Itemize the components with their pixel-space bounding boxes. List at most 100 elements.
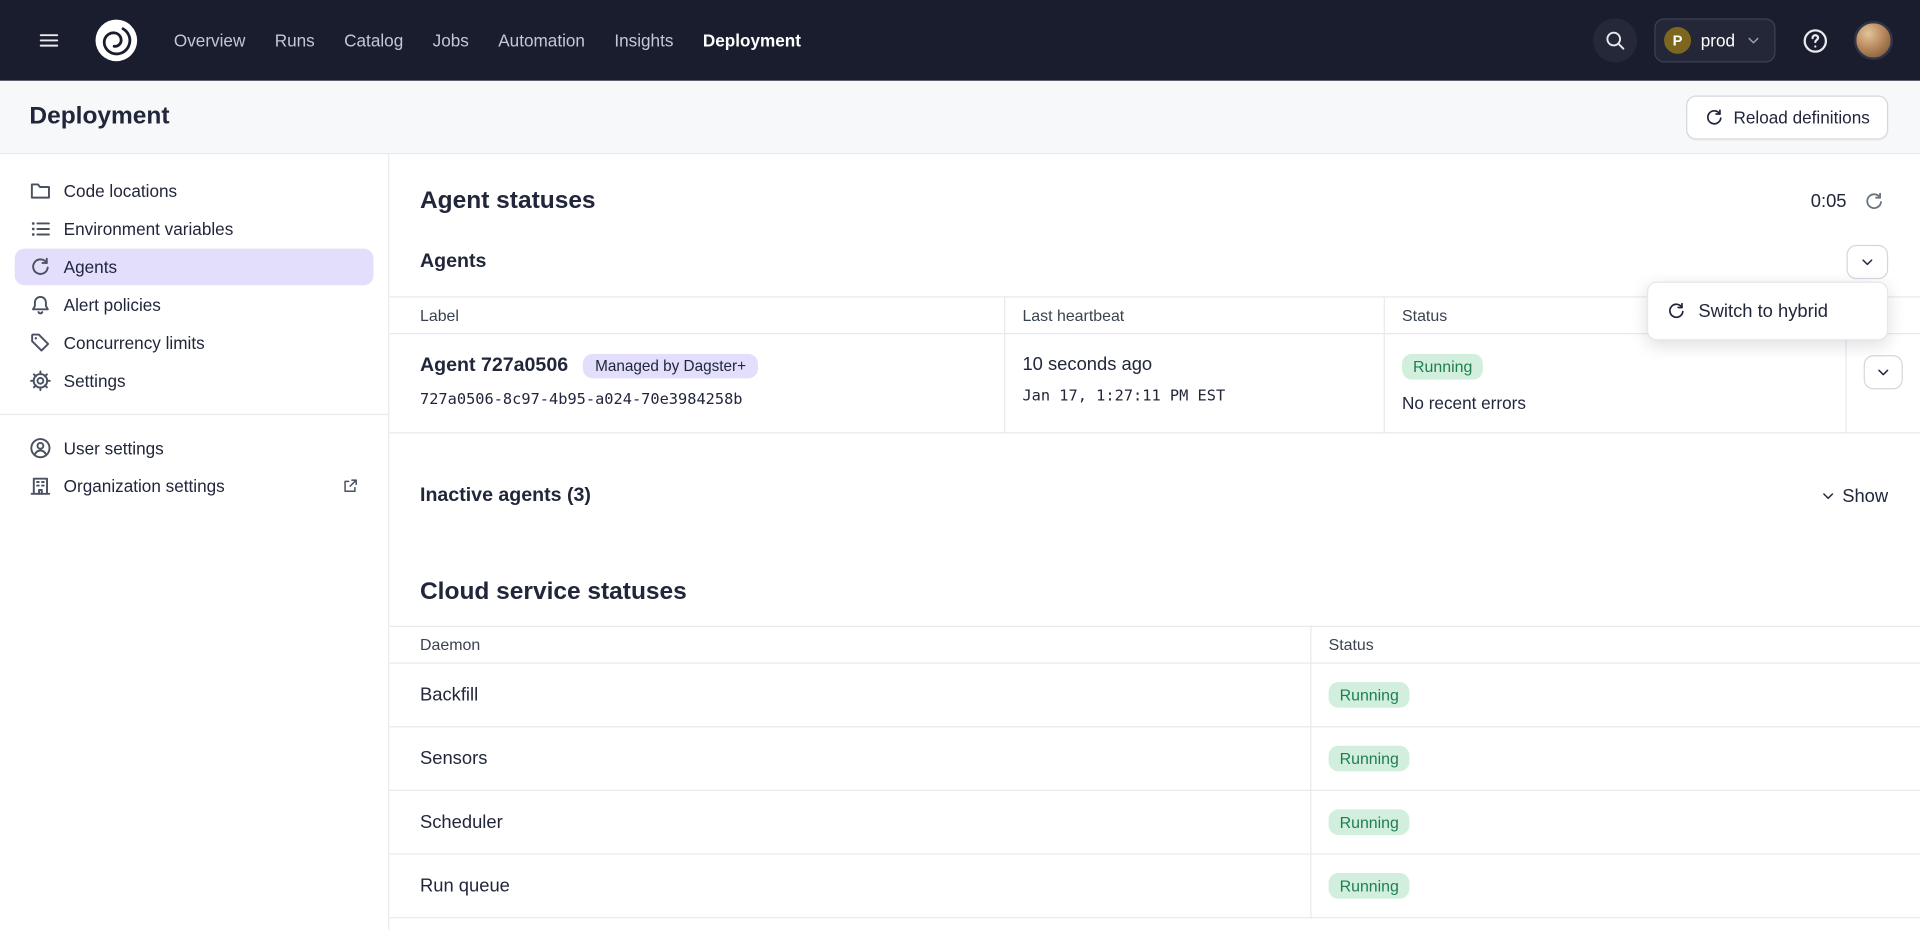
sidebar-item-label: Organization settings xyxy=(64,476,225,496)
agent-statuses-header: Agent statuses 0:05 xyxy=(420,176,1888,225)
inactive-agents-title: Inactive agents (3) xyxy=(420,485,591,507)
nav-item-jobs[interactable]: Jobs xyxy=(433,31,469,51)
sidebar-item-user-settings[interactable]: User settings xyxy=(15,430,374,467)
building-icon xyxy=(29,475,51,497)
sidebar-item-label: Concurrency limits xyxy=(64,333,205,353)
main-content: Agent statuses 0:05 Agents Label Last he… xyxy=(389,154,1920,930)
deployment-sidebar: Code locations Environment variables Age… xyxy=(0,154,389,930)
nav-item-overview[interactable]: Overview xyxy=(174,31,245,51)
sidebar-item-label: Code locations xyxy=(64,181,177,201)
sidebar-item-agents[interactable]: Agents xyxy=(15,249,374,286)
external-link-icon xyxy=(342,478,359,495)
managed-by-badge: Managed by Dagster+ xyxy=(583,354,759,378)
status-badge: Running xyxy=(1329,873,1410,899)
search-icon xyxy=(1604,29,1626,51)
app-root: Overview Runs Catalog Jobs Automation In… xyxy=(0,0,1920,930)
inactive-agents-show-toggle[interactable]: Show xyxy=(1820,486,1888,507)
column-header-label: Label xyxy=(389,296,1004,334)
agents-section-header: Agents xyxy=(420,240,1888,284)
heartbeat-timestamp: Jan 17, 1:27:11 PM EST xyxy=(1022,386,1366,404)
menu-icon xyxy=(38,29,60,51)
nav-item-catalog[interactable]: Catalog xyxy=(344,31,403,51)
deployment-switcher[interactable]: P prod xyxy=(1654,18,1775,62)
agent-name: Agent 727a0506 xyxy=(420,355,568,377)
daemon-status-cell: Running xyxy=(1310,727,1920,791)
heartbeat-relative: 10 seconds ago xyxy=(1022,354,1366,375)
status-badge: Running xyxy=(1329,809,1410,835)
agent-heartbeat-cell: 10 seconds ago Jan 17, 1:27:11 PM EST xyxy=(1004,334,1384,433)
status-badge: Running xyxy=(1329,746,1410,772)
nav-item-runs[interactable]: Runs xyxy=(275,31,315,51)
agent-statuses-title: Agent statuses xyxy=(420,187,596,215)
sidebar-item-label: User settings xyxy=(64,438,164,458)
daemon-name: Run queue xyxy=(389,855,1310,919)
reload-definitions-button[interactable]: Reload definitions xyxy=(1686,95,1888,139)
agent-label-cell: Agent 727a0506 Managed by Dagster+ 727a0… xyxy=(389,334,1004,433)
tag-icon xyxy=(29,332,51,354)
status-badge: Running xyxy=(1329,682,1410,708)
refresh-button[interactable] xyxy=(1859,186,1888,215)
daemon-name: Sensors xyxy=(389,727,1310,791)
daemon-name: Backfill xyxy=(389,664,1310,728)
chevron-down-icon xyxy=(1875,364,1892,381)
daemon-status-cell: Running xyxy=(1310,791,1920,855)
status-detail: No recent errors xyxy=(1402,393,1828,413)
status-badge: Running xyxy=(1402,354,1483,380)
page-title: Deployment xyxy=(29,103,169,131)
daemon-status-cell: Running xyxy=(1310,664,1920,728)
sidebar-item-label: Alert policies xyxy=(64,295,161,315)
nav-item-automation[interactable]: Automation xyxy=(498,31,585,51)
agent-status-cell: Running No recent errors xyxy=(1384,334,1846,433)
sidebar-item-label: Environment variables xyxy=(64,219,234,239)
folder-icon xyxy=(29,180,51,202)
top-nav: Overview Runs Catalog Jobs Automation In… xyxy=(0,0,1920,81)
sidebar-item-code-locations[interactable]: Code locations xyxy=(15,173,374,210)
nav-item-deployment[interactable]: Deployment xyxy=(703,31,801,51)
dagster-logo[interactable] xyxy=(93,17,140,64)
search-button[interactable] xyxy=(1593,18,1637,62)
sidebar-divider xyxy=(0,414,388,415)
agent-icon xyxy=(29,256,51,278)
dagster-swirl-icon xyxy=(93,17,140,64)
user-icon xyxy=(29,437,51,459)
column-header-daemon: Daemon xyxy=(389,626,1310,664)
column-header-last-heartbeat: Last heartbeat xyxy=(1004,296,1384,334)
primary-nav: Overview Runs Catalog Jobs Automation In… xyxy=(174,31,801,51)
deployment-name: prod xyxy=(1701,31,1735,51)
sidebar-item-settings[interactable]: Settings xyxy=(15,362,374,399)
sidebar-item-label: Agents xyxy=(64,257,117,277)
daemon-name: Scheduler xyxy=(389,791,1310,855)
agent-id: 727a0506-8c97-4b95-a024-70e3984258b xyxy=(420,389,987,407)
reload-icon xyxy=(1704,107,1724,127)
gear-icon xyxy=(29,370,51,392)
nav-item-insights[interactable]: Insights xyxy=(614,31,673,51)
cloud-service-statuses-title: Cloud service statuses xyxy=(420,578,1888,606)
sidebar-item-organization-settings[interactable]: Organization settings xyxy=(15,468,374,505)
sidebar-item-concurrency-limits[interactable]: Concurrency limits xyxy=(15,324,374,361)
user-avatar[interactable] xyxy=(1854,21,1893,60)
rows-icon xyxy=(29,218,51,240)
hamburger-menu-button[interactable] xyxy=(27,18,71,62)
daemon-status-cell: Running xyxy=(1310,855,1920,919)
cloud-services-table: Daemon Status Backfill Running Sensors R… xyxy=(389,626,1920,919)
countdown-value: 0:05 xyxy=(1811,190,1847,211)
agents-actions-dropdown-button[interactable] xyxy=(1847,245,1889,279)
column-header-status: Status xyxy=(1310,626,1920,664)
sidebar-item-label: Settings xyxy=(64,371,126,391)
agent-row-expand-button[interactable] xyxy=(1864,355,1903,389)
chevron-down-icon xyxy=(1820,487,1837,504)
sidebar-item-environment-variables[interactable]: Environment variables xyxy=(15,211,374,248)
sidebar-item-alert-policies[interactable]: Alert policies xyxy=(15,287,374,324)
menu-item-label: Switch to hybrid xyxy=(1698,301,1828,322)
menu-item-switch-to-hybrid[interactable]: Switch to hybrid xyxy=(1648,283,1887,339)
help-button[interactable] xyxy=(1793,18,1837,62)
help-icon xyxy=(1802,28,1828,54)
deployment-initial-badge: P xyxy=(1664,27,1691,54)
agent-expand-cell xyxy=(1845,334,1920,433)
agents-actions-menu: Switch to hybrid xyxy=(1647,282,1888,341)
bell-icon xyxy=(29,294,51,316)
chevron-down-icon xyxy=(1745,32,1762,49)
chevron-down-icon xyxy=(1859,253,1876,270)
reload-definitions-label: Reload definitions xyxy=(1734,107,1870,127)
agents-title: Agents xyxy=(420,251,486,273)
